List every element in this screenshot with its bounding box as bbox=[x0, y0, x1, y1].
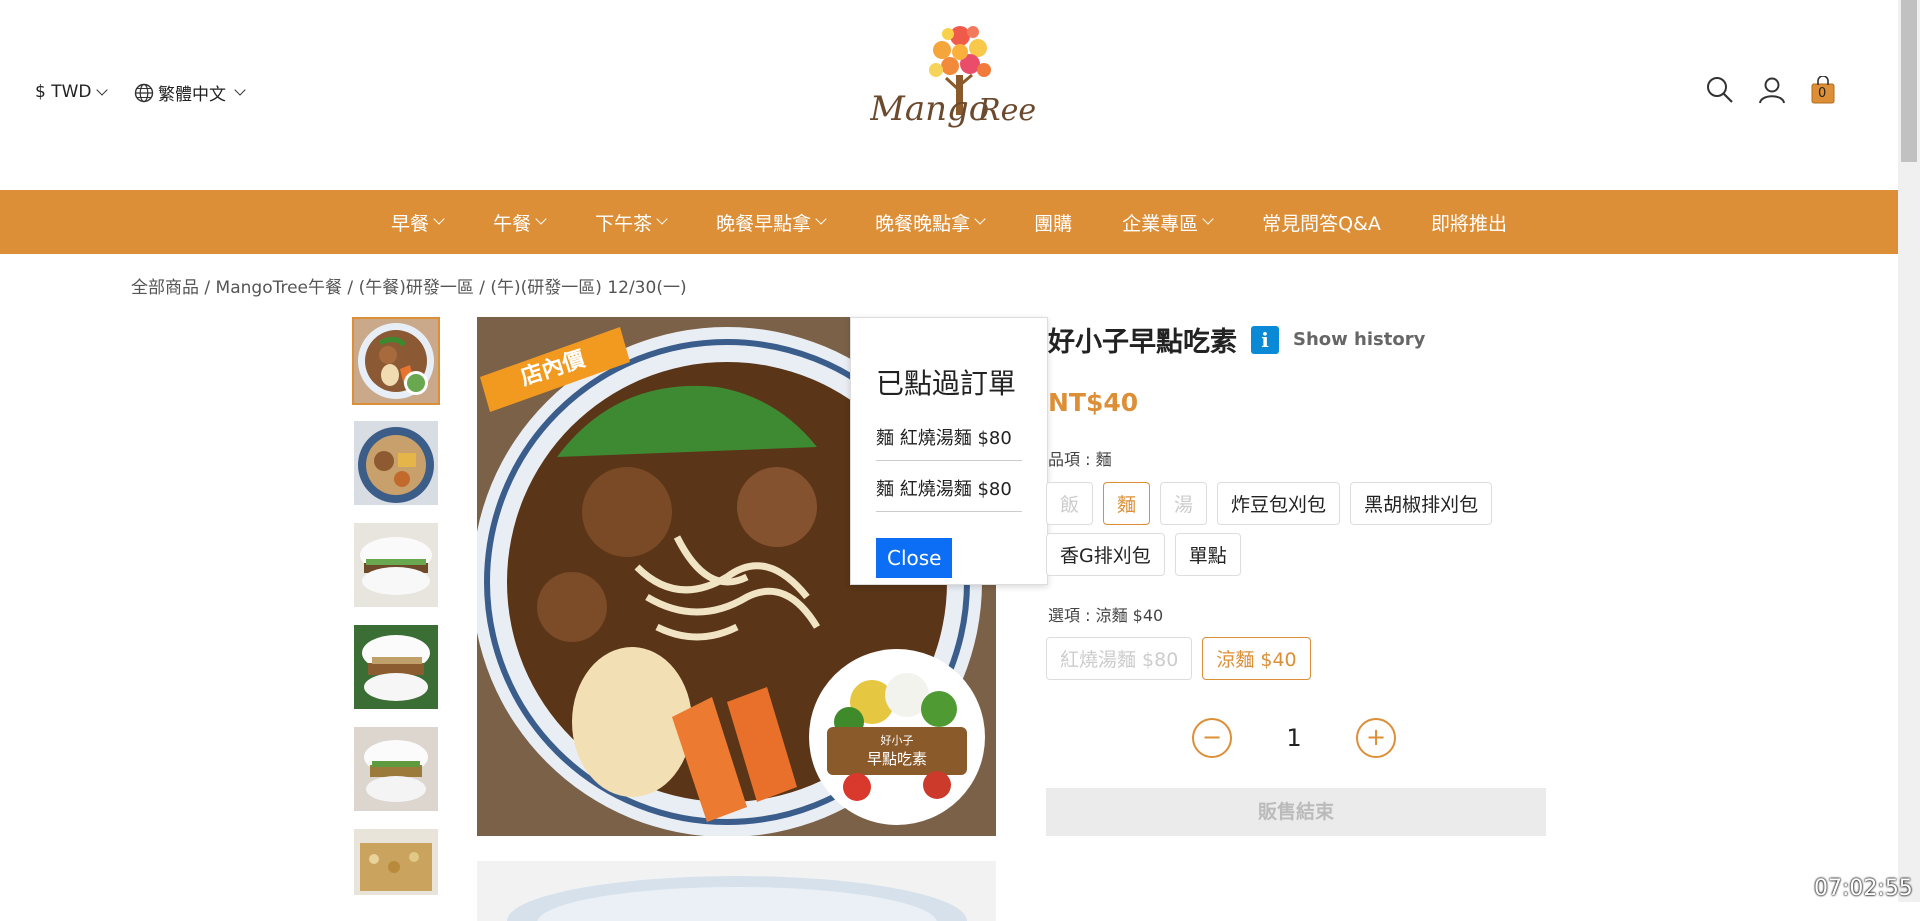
nav-item-label: 早餐 bbox=[391, 212, 430, 235]
currency-label: $ TWD bbox=[35, 82, 92, 102]
nav-item[interactable]: 常見問答Q&A bbox=[1237, 209, 1406, 236]
badge-text-1: 好小子 bbox=[881, 733, 914, 747]
main-nav: 早餐 午餐 下午茶 晚餐早點拿 晚餐晚點拿 團購 企業專區 常見問答Q&A 即將推出 bbox=[0, 190, 1898, 254]
thumbnail-list bbox=[352, 317, 444, 911]
product-price: NT$40 bbox=[1048, 388, 1139, 417]
thumbnail-4[interactable] bbox=[352, 623, 440, 711]
chevron-down-icon bbox=[535, 213, 547, 225]
badge-text-2: 早點吃素 bbox=[867, 750, 927, 768]
nav-item[interactable]: 即將推出 bbox=[1406, 209, 1532, 236]
currency-selector[interactable]: $ TWD bbox=[35, 82, 108, 102]
search-icon[interactable] bbox=[1706, 76, 1734, 104]
nav-item-label: 晚餐早點拿 bbox=[716, 212, 812, 235]
option-chip[interactable]: 涼麵 $40 bbox=[1202, 637, 1311, 680]
nav-item[interactable]: 下午茶 bbox=[570, 209, 691, 236]
breadcrumb-separator: / bbox=[199, 278, 216, 298]
chevron-down-icon bbox=[234, 83, 246, 96]
nav-item-label: 企業專區 bbox=[1122, 212, 1199, 235]
thumbnail-6[interactable] bbox=[352, 827, 440, 897]
breadcrumb-item[interactable]: (午)(研發一區) 12/30(一) bbox=[490, 278, 686, 298]
product-title: 好小子早點吃素 bbox=[1048, 327, 1237, 358]
chevron-down-icon bbox=[656, 213, 668, 225]
chevron-down-icon bbox=[95, 84, 108, 96]
close-button[interactable]: Close bbox=[876, 538, 953, 578]
popup-title: 已點過訂單 bbox=[876, 367, 1017, 400]
option-chip[interactable]: 湯 bbox=[1160, 482, 1208, 525]
option2-chips: 紅燒湯麵 $80 涼麵 $40 bbox=[1046, 637, 1516, 680]
site-header: $ TWD 繁體中文 Mango Ree 0 bbox=[0, 0, 1898, 190]
show-history-link[interactable]: Show history bbox=[1293, 329, 1425, 350]
option1-chips: 飯麵湯炸豆包刈包 黑胡椒排刈包香G排刈包 單點 bbox=[1046, 482, 1516, 576]
nav-item[interactable]: 企業專區 bbox=[1097, 209, 1237, 236]
clock-overlay: 07:02:55 bbox=[1814, 876, 1913, 901]
globe-icon bbox=[134, 83, 154, 102]
chevron-down-icon bbox=[433, 213, 445, 225]
language-selector[interactable]: 繁體中文 bbox=[134, 80, 246, 105]
option-chip[interactable]: 飯 bbox=[1046, 482, 1094, 525]
decrease-button[interactable]: − bbox=[1192, 718, 1232, 758]
option-chip[interactable]: 單點 bbox=[1174, 533, 1241, 576]
product-image-2[interactable] bbox=[477, 861, 996, 921]
chevron-down-icon bbox=[974, 213, 986, 225]
popup-order-row: 麵 紅燒湯麵 $80 bbox=[876, 471, 1022, 512]
option-chip[interactable]: 炸豆包刈包 bbox=[1217, 482, 1341, 525]
product-title-row: 好小子早點吃素 i Show history bbox=[1048, 320, 1425, 359]
nav-item-label: 即將推出 bbox=[1430, 212, 1507, 235]
user-icon[interactable] bbox=[1758, 76, 1786, 104]
chevron-down-icon bbox=[1202, 213, 1214, 225]
nav-item-label: 團購 bbox=[1034, 212, 1073, 235]
thumbnail-5[interactable] bbox=[352, 725, 440, 813]
order-history-popup: 已點過訂單 麵 紅燒湯麵 $80 麵 紅燒湯麵 $80 Close bbox=[850, 317, 1048, 585]
cart-button[interactable]: 0 bbox=[1810, 75, 1836, 104]
option2-label: 選項 : 涼麵 $40 bbox=[1048, 606, 1164, 625]
language-label: 繁體中文 bbox=[158, 85, 226, 105]
nav-item-label: 午餐 bbox=[493, 212, 532, 235]
thumbnail-2[interactable] bbox=[352, 419, 440, 507]
logo-wordmark: Mango bbox=[870, 89, 989, 129]
nav-item-label: 下午茶 bbox=[595, 212, 653, 235]
breadcrumb-item[interactable]: 全部商品 bbox=[131, 278, 199, 298]
breadcrumb-item[interactable]: MangoTree午餐 bbox=[216, 278, 342, 298]
breadcrumb-separator: / bbox=[342, 278, 359, 298]
increase-button[interactable]: + bbox=[1356, 718, 1396, 758]
sold-out-button: 販售結束 bbox=[1046, 788, 1546, 836]
popup-order-row: 麵 紅燒湯麵 $80 bbox=[876, 420, 1022, 461]
logo-wordmark-2: Ree bbox=[977, 93, 1036, 128]
mangotree-logo[interactable]: Mango Ree bbox=[870, 20, 1050, 132]
quantity-stepper: − 1 + bbox=[1192, 718, 1396, 758]
nav-item-label: 常見問答Q&A bbox=[1262, 212, 1381, 235]
breadcrumb-separator: / bbox=[473, 278, 491, 298]
nav-item[interactable]: 晚餐早點拿 bbox=[691, 209, 850, 236]
scrollbar-thumb[interactable] bbox=[1901, 0, 1917, 162]
option-chip[interactable]: 紅燒湯麵 $80 bbox=[1046, 637, 1193, 680]
nav-item[interactable]: 晚餐晚點拿 bbox=[850, 209, 1009, 236]
chevron-down-icon bbox=[815, 213, 827, 225]
option-chip[interactable]: 黑胡椒排刈包 bbox=[1350, 482, 1493, 525]
info-icon[interactable]: i bbox=[1251, 325, 1279, 354]
breadcrumb: 全部商品 / MangoTree午餐 / (午餐)研發一區 / (午)(研發一區… bbox=[131, 273, 687, 298]
nav-item[interactable]: 午餐 bbox=[468, 209, 570, 236]
nav-item[interactable]: 團購 bbox=[1009, 209, 1097, 236]
nav-item-label: 晚餐晚點拿 bbox=[875, 212, 971, 235]
option-chip[interactable]: 麵 bbox=[1103, 482, 1151, 525]
breadcrumb-item[interactable]: (午餐)研發一區 bbox=[359, 278, 474, 298]
thumbnail-1[interactable] bbox=[352, 317, 440, 405]
option-chip[interactable]: 香G排刈包 bbox=[1046, 533, 1165, 576]
option1-label: 品項 : 麵 bbox=[1048, 450, 1112, 469]
thumbnail-3[interactable] bbox=[352, 521, 440, 609]
nav-item[interactable]: 早餐 bbox=[366, 209, 468, 236]
cart-count: 0 bbox=[1818, 86, 1827, 101]
quantity-value[interactable]: 1 bbox=[1232, 724, 1356, 752]
header-icons: 0 bbox=[1706, 75, 1836, 104]
